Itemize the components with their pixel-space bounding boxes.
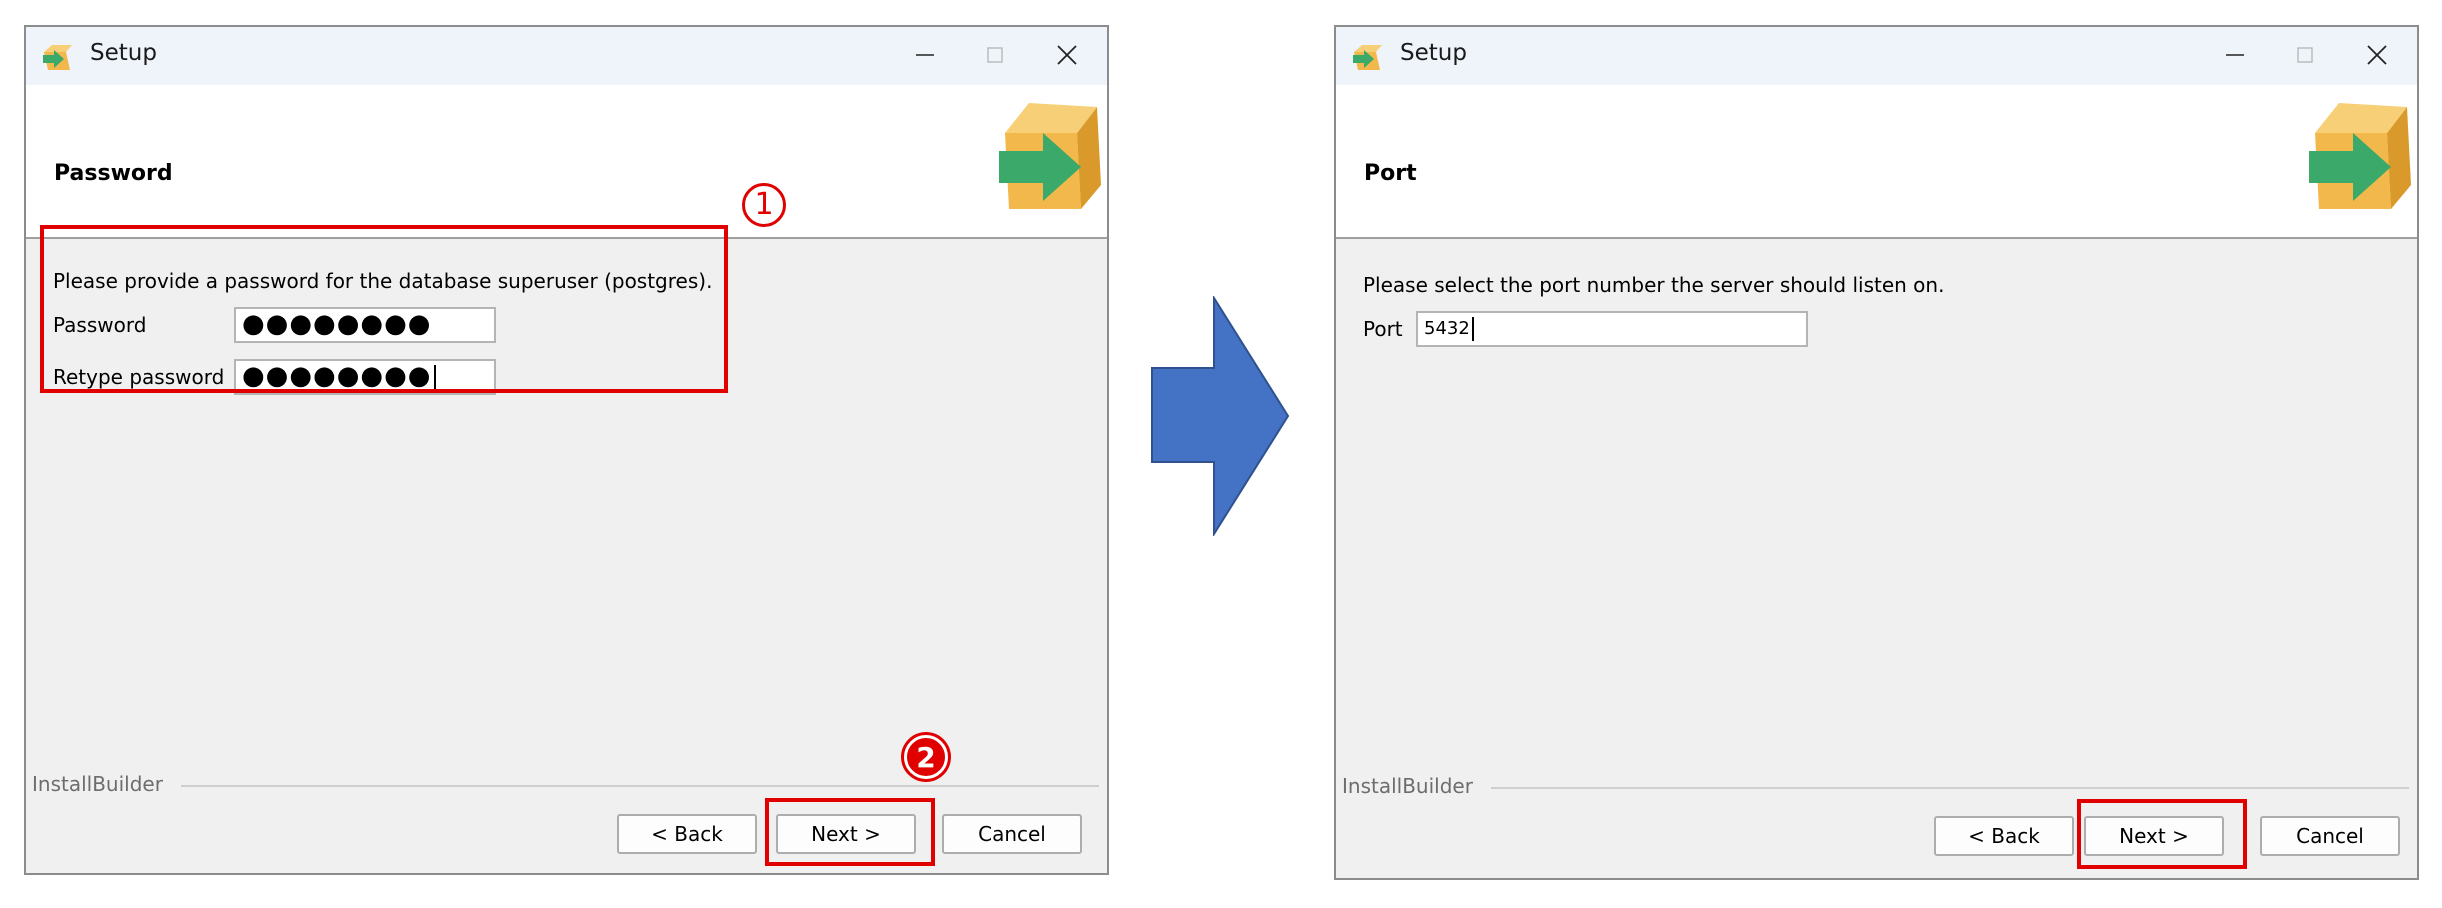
footer-divider: [156, 785, 1099, 787]
back-button[interactable]: < Back: [1934, 816, 2074, 856]
cancel-button[interactable]: Cancel: [2260, 816, 2400, 856]
instruction-text: Please select the port number the server…: [1363, 273, 1945, 297]
installer-box-arrow-icon: [1353, 45, 1382, 70]
maximize-icon: [987, 47, 1003, 63]
page-header: Password: [26, 85, 1107, 239]
window-title: Setup: [1400, 40, 1467, 66]
right-arrow-icon: [1151, 296, 1290, 536]
minimize-button[interactable]: [2203, 31, 2267, 79]
title-bar[interactable]: Setup: [26, 27, 1107, 85]
maximize-button[interactable]: [963, 31, 1027, 79]
close-icon: [1057, 45, 1077, 65]
setup-window-port: Setup Port Please select the port number…: [1334, 25, 2419, 880]
page-content: Please select the port number the server…: [1336, 239, 2417, 878]
page-header: Port: [1336, 85, 2417, 239]
cancel-button[interactable]: Cancel: [942, 814, 1082, 854]
installer-box-arrow-icon: [43, 45, 72, 70]
back-button[interactable]: < Back: [617, 814, 757, 854]
maximize-icon: [2297, 47, 2313, 63]
title-bar[interactable]: Setup: [1336, 27, 2417, 85]
brand-label: InstallBuilder: [32, 772, 181, 796]
brand-label: InstallBuilder: [1342, 774, 1491, 798]
highlight-box-next-button: [765, 798, 935, 866]
installer-box-arrow-icon: [999, 103, 1101, 209]
port-value: 5432: [1424, 318, 1470, 339]
footer-divider: [1466, 787, 2409, 789]
port-field[interactable]: 5432: [1416, 311, 1808, 347]
setup-window-password: Setup Password Please provide a password…: [24, 25, 1109, 875]
minimize-icon: [2226, 54, 2244, 56]
port-label: Port: [1363, 317, 1403, 341]
page-title: Port: [1364, 161, 1417, 186]
close-icon: [2367, 45, 2387, 65]
maximize-button[interactable]: [2273, 31, 2337, 79]
installer-box-arrow-icon: [2309, 103, 2411, 209]
highlight-box-next-button: [2077, 799, 2247, 869]
minimize-button[interactable]: [893, 31, 957, 79]
step-marker-2: 2: [904, 735, 948, 779]
text-caret: [1471, 317, 1474, 341]
step-marker-1: 1: [742, 183, 786, 227]
close-button[interactable]: [1035, 31, 1099, 79]
minimize-icon: [916, 54, 934, 56]
page-title: Password: [54, 161, 173, 186]
window-title: Setup: [90, 40, 157, 66]
close-button[interactable]: [2345, 31, 2409, 79]
highlight-box-password-fields: [40, 225, 728, 393]
